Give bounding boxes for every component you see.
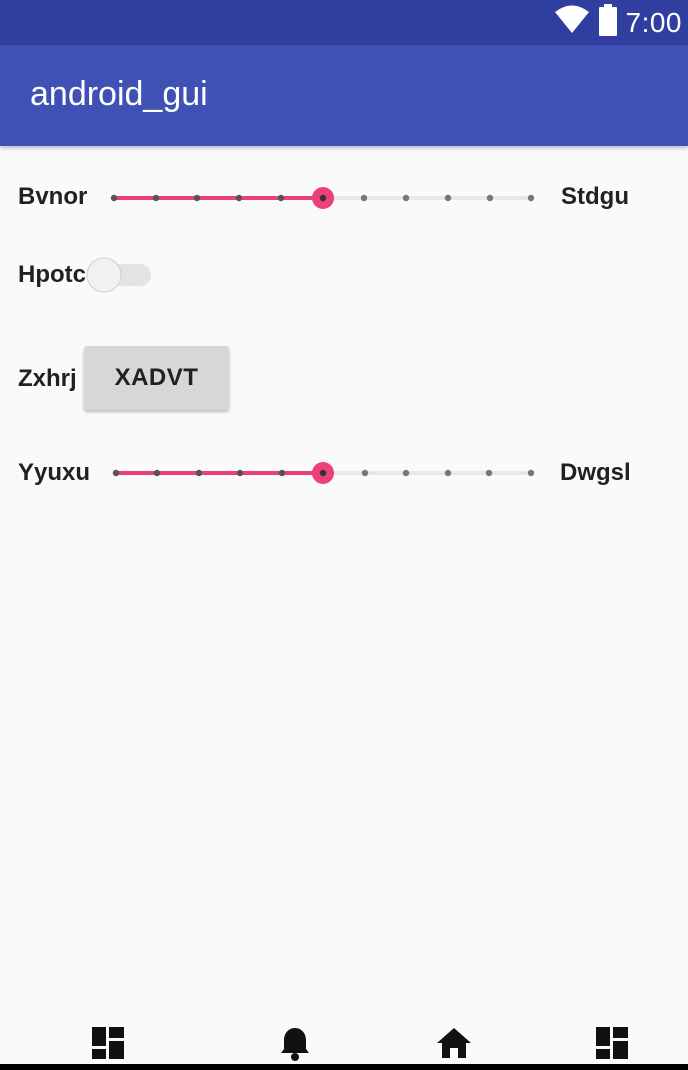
bottom-divider	[0, 1064, 688, 1070]
toggle-label: Hpotc	[18, 261, 86, 288]
toggle-switch[interactable]	[84, 256, 154, 301]
slider2-left-label: Yyuxu	[18, 459, 91, 486]
battery-icon	[598, 4, 618, 41]
status-bar: 7:00	[0, 0, 688, 45]
bell-icon[interactable]	[279, 1026, 311, 1067]
slider2-right-label: Dwgsl	[560, 459, 631, 486]
status-icons: 7:00	[554, 0, 683, 45]
slider2[interactable]	[106, 458, 546, 488]
bottom-navigation	[0, 1020, 688, 1066]
slider1-left-label: Bvnor	[18, 183, 88, 210]
app-bar: android_gui	[0, 45, 688, 146]
slider1-right-label: Stdgu	[561, 183, 629, 210]
wifi-icon	[554, 5, 590, 40]
dashboard-icon[interactable]	[595, 1026, 629, 1065]
slider1[interactable]	[104, 183, 544, 213]
status-time: 7:00	[625, 6, 682, 38]
button-row-label: Zxhrj	[18, 365, 77, 392]
dashboard-icon[interactable]	[91, 1026, 125, 1065]
home-icon[interactable]	[436, 1026, 472, 1065]
xadvt-button[interactable]: XADVT	[84, 346, 229, 410]
app-title: android_gui	[30, 75, 208, 113]
